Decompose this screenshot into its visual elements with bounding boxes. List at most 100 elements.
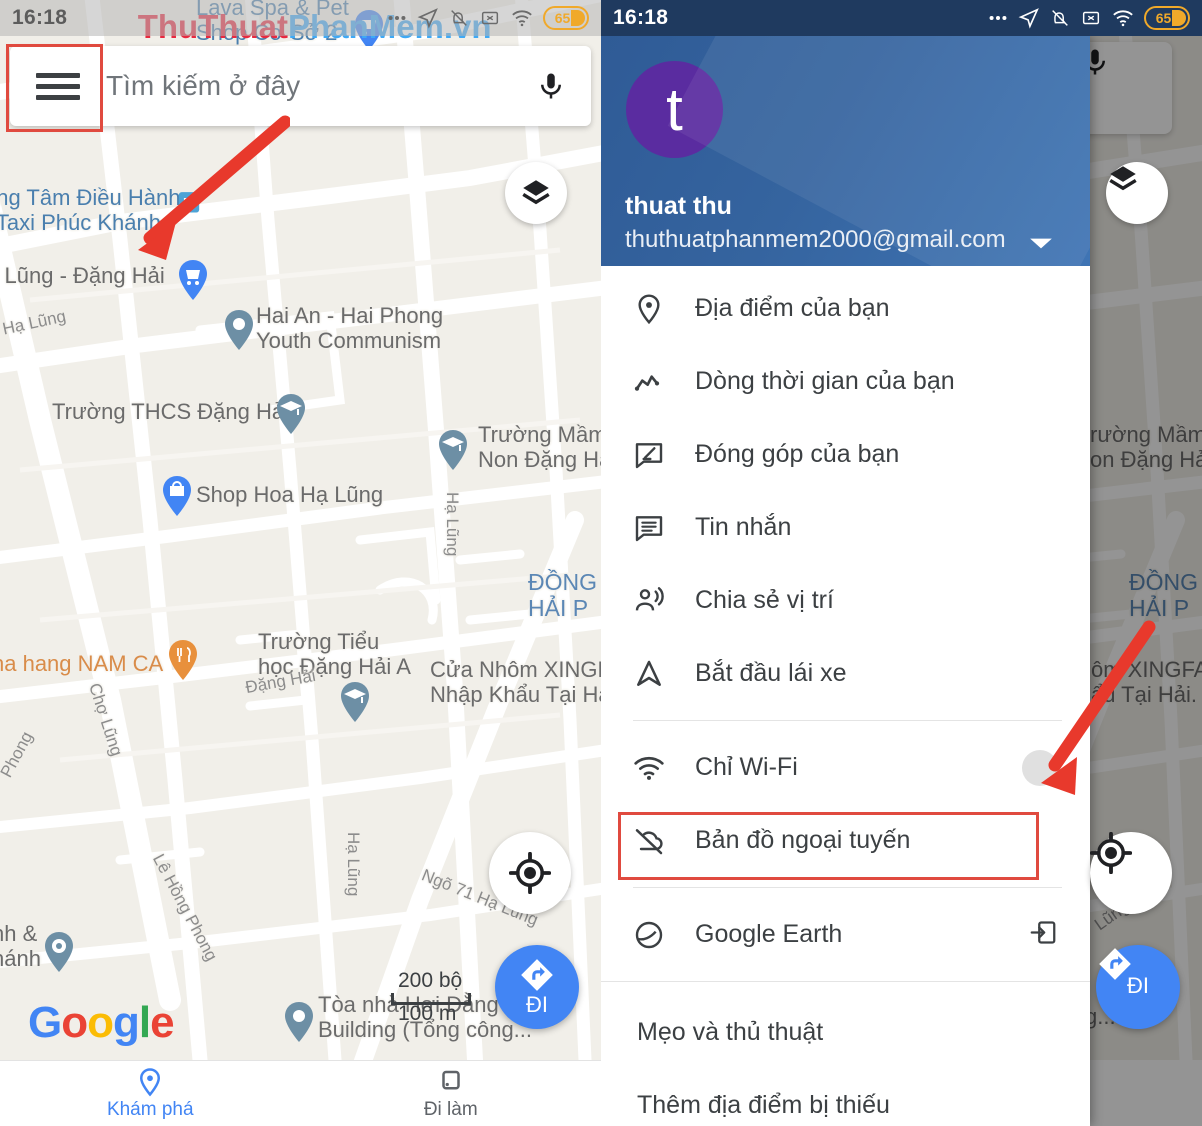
map-label: Trường Mầm Non Đặng Hải — [478, 422, 601, 472]
battery-fill — [571, 10, 585, 26]
location-pin-icon — [633, 293, 695, 325]
menu-item-label: Đóng góp của bạn — [695, 440, 900, 468]
menu-item-add-missing-place[interactable]: Thêm địa điểm bị thiếu — [601, 1069, 1090, 1126]
wifi-icon — [633, 752, 695, 784]
map-pin-shop[interactable] — [160, 474, 194, 518]
open-external-icon — [1028, 917, 1058, 952]
map-label: Cửa Nhôm XINGF Nhập Khẩu Tại Hải — [430, 657, 601, 707]
map-pin-school[interactable] — [436, 428, 470, 472]
microphone-icon — [541, 73, 561, 99]
battery-level: 65 — [554, 10, 571, 26]
menu-item-your-places[interactable]: Địa điểm của bạn — [601, 272, 1090, 345]
bottom-nav-explore[interactable]: Khám phá — [0, 1061, 301, 1126]
menu-item-label: Mẹo và thủ thuật — [637, 1018, 824, 1046]
battery-level: 65 — [1155, 10, 1172, 26]
menu-divider-2 — [633, 887, 1062, 888]
map-area-label: ĐỒNG HẢI P — [528, 569, 597, 621]
voice-search-button[interactable] — [511, 66, 591, 106]
right-phone-panel: rường Mầm on Đặng Hải ĐỒNG HẢI P ôm XING… — [601, 0, 1202, 1126]
start-driving-icon — [633, 658, 695, 690]
menu-item-label: Địa điểm của bạn — [695, 294, 890, 322]
status-bar-left: 16:18 65 — [0, 0, 601, 36]
google-logo: Google — [28, 998, 175, 1047]
scale-metric: 100 m — [398, 1002, 457, 1025]
my-location-button-right — [1090, 832, 1172, 914]
left-phone-panel: Lava Spa & Pet Shop Cơ Sở 2 ung Tâm Điều… — [0, 0, 601, 1126]
map-pin-restaurant[interactable] — [166, 638, 200, 682]
status-icons: 65 — [386, 6, 589, 30]
bottom-nav-left: Khám phá Đi làm — [0, 1060, 601, 1126]
chevron-down-icon — [1030, 238, 1052, 249]
menu-item-your-contributions[interactable]: Đóng góp của bạn — [601, 418, 1090, 491]
status-bar-right: 16:18 65 — [601, 0, 1202, 36]
menu-item-label: Thêm địa điểm bị thiếu — [637, 1091, 890, 1119]
directions-icon — [521, 959, 553, 991]
map-scale-bar: 200 bộ 100 m — [366, 969, 471, 1026]
menu-group-3: Google Earth — [601, 898, 1090, 971]
menu-item-label: Google Earth — [695, 920, 843, 948]
battery-indicator: 65 — [543, 6, 589, 30]
navigation-drawer: t thuat thu thuthuatphanmem2000@gmail.co… — [601, 36, 1090, 1126]
menu-item-messages[interactable]: Tin nhắn — [601, 491, 1090, 564]
account-header[interactable]: t thuat thu thuthuatphanmem2000@gmail.co… — [601, 36, 1090, 266]
avatar: t — [626, 61, 723, 158]
menu-item-your-timeline[interactable]: Dòng thời gian của bạn — [601, 345, 1090, 418]
map-pin-attraction[interactable] — [42, 930, 76, 974]
bottom-nav-commute[interactable]: Đi làm — [301, 1061, 602, 1126]
account-switch-button[interactable] — [1028, 236, 1054, 257]
more-dots-icon — [388, 15, 406, 21]
bottom-nav-explore-label: Khám phá — [106, 1098, 194, 1120]
map-label: Trường THCS Đặng Hải — [52, 399, 290, 424]
menu-item-label: Dòng thời gian của bạn — [695, 367, 955, 395]
commute-icon — [442, 1070, 460, 1089]
map-label: nh & hánh — [0, 921, 41, 971]
my-location-icon — [1090, 832, 1132, 874]
map-road-label: Hạ Lũng — [344, 832, 364, 897]
bottom-nav-commute-label: Đi làm — [423, 1098, 478, 1120]
account-email: thuthuatphanmem2000@gmail.com — [625, 226, 1006, 253]
map-label: ha hang NAM CA — [0, 651, 164, 676]
map-pin-building[interactable] — [282, 1000, 316, 1044]
navigation-arrow-icon — [417, 8, 438, 29]
map-label: Shop Hoa Hạ Lũng — [196, 482, 384, 507]
map-road-label: Hạ Lũng — [443, 492, 463, 557]
contribute-edit-icon — [633, 439, 695, 471]
layers-button[interactable] — [505, 162, 567, 224]
menu-group-4: Mẹo và thủ thuật Thêm địa điểm bị thiếu — [601, 982, 1090, 1126]
map-pin-place[interactable] — [222, 308, 256, 352]
start-navigation-button-right: ĐI — [1096, 945, 1180, 1029]
my-location-icon — [509, 852, 551, 894]
account-name: thuat thu — [625, 192, 732, 220]
arrow-to-offline-maps — [1041, 620, 1156, 795]
scale-imperial: 200 bộ — [398, 969, 463, 992]
bell-muted-icon — [1052, 10, 1068, 26]
earth-icon — [633, 919, 695, 951]
close-box-icon — [481, 11, 499, 25]
map-pin-school[interactable] — [338, 680, 372, 724]
my-location-button[interactable] — [489, 832, 571, 914]
menu-item-tips-and-tricks[interactable]: Mẹo và thủ thuật — [601, 996, 1090, 1069]
messages-icon — [633, 512, 695, 544]
close-box-icon — [1082, 11, 1100, 25]
wifi-icon — [512, 10, 532, 27]
layers-icon — [522, 180, 550, 205]
search-input[interactable]: Tìm kiếm ở đây — [106, 70, 511, 102]
wifi-icon — [1113, 10, 1133, 27]
menu-item-google-earth[interactable]: Google Earth — [601, 898, 1090, 971]
location-sharing-icon — [633, 585, 695, 617]
layers-button-right — [1106, 162, 1168, 224]
explore-pin-icon — [140, 1067, 161, 1096]
directions-icon — [1099, 948, 1131, 980]
status-time: 16:18 — [12, 6, 68, 29]
status-time: 16:18 — [613, 6, 669, 29]
menu-divider-1 — [633, 720, 1062, 721]
screenshot-root: Lava Spa & Pet Shop Cơ Sở 2 ung Tâm Điều… — [0, 0, 1202, 1126]
battery-fill — [1172, 10, 1186, 26]
go-button-label: ĐI — [526, 992, 548, 1017]
map-pin-school[interactable] — [274, 392, 308, 436]
battery-indicator: 65 — [1144, 6, 1190, 30]
map-label: Hai An - Hai Phong Youth Communism — [256, 303, 444, 353]
status-icons: 65 — [987, 6, 1190, 30]
menu-item-label: Bắt đầu lái xe — [695, 659, 847, 687]
start-navigation-button[interactable]: ĐI — [495, 945, 579, 1029]
